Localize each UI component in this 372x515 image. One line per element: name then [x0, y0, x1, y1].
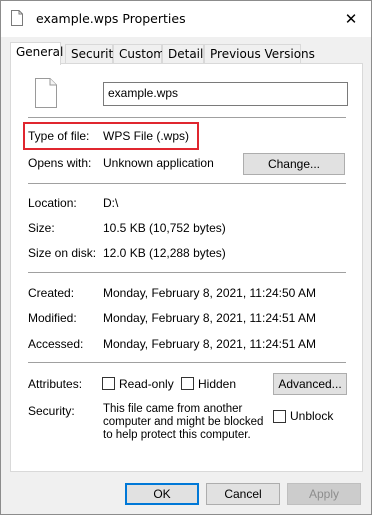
location-value: D:\: [103, 196, 119, 210]
location-label: Location:: [28, 196, 77, 210]
size-value: 10.5 KB (10,752 bytes): [103, 221, 226, 235]
attributes-label: Attributes:: [28, 377, 83, 391]
created-label: Created:: [28, 286, 75, 300]
apply-button[interactable]: Apply: [287, 483, 361, 505]
tab-general[interactable]: General: [10, 42, 63, 65]
advanced-button[interactable]: Advanced...: [273, 373, 347, 395]
file-name-input[interactable]: example.wps: [103, 82, 348, 106]
close-icon: ✕: [344, 10, 358, 28]
cancel-button[interactable]: Cancel: [206, 483, 280, 505]
accessed-label: Accessed:: [28, 337, 84, 351]
opens-with-label: Opens with:: [28, 156, 92, 170]
size-on-disk-label: Size on disk:: [28, 246, 97, 260]
modified-value: Monday, February 8, 2021, 11:24:51 AM: [103, 311, 317, 325]
read-only-label: Read-only: [119, 377, 174, 391]
security-label: Security:: [28, 404, 75, 418]
read-only-checkbox[interactable]: [102, 377, 115, 390]
tab-security[interactable]: Security: [65, 44, 120, 64]
general-panel: example.wps Type of file: WPS File (.wps…: [10, 63, 363, 472]
highlight-box: [23, 122, 199, 150]
change-button[interactable]: Change...: [243, 153, 345, 175]
ok-button[interactable]: OK: [125, 483, 199, 505]
separator: [28, 362, 346, 363]
window-title: example.wps Properties: [36, 11, 186, 26]
close-button[interactable]: ✕: [337, 5, 365, 33]
document-icon: [35, 78, 57, 108]
separator: [28, 183, 346, 184]
size-label: Size:: [28, 221, 55, 235]
size-on-disk-value: 12.0 KB (12,288 bytes): [103, 246, 226, 260]
tab-details[interactable]: Details: [162, 44, 210, 64]
tab-custom[interactable]: Custom: [113, 44, 165, 64]
separator: [28, 272, 346, 273]
hidden-label: Hidden: [198, 377, 237, 391]
created-value: Monday, February 8, 2021, 11:24:50 AM: [103, 286, 317, 300]
tab-previous-versions[interactable]: Previous Versions: [204, 44, 315, 64]
unblock-checkbox[interactable]: [273, 410, 286, 423]
separator: [28, 117, 346, 118]
title-bar: example.wps Properties ✕: [1, 1, 371, 37]
hidden-checkbox[interactable]: [181, 377, 194, 390]
properties-window: example.wps Properties ✕ General Securit…: [0, 0, 372, 515]
accessed-value: Monday, February 8, 2021, 11:24:51 AM: [103, 337, 317, 351]
security-message: This file came from another computer and…: [103, 403, 264, 441]
opens-with-value: Unknown application: [103, 156, 214, 170]
modified-label: Modified:: [28, 311, 77, 325]
document-icon: [11, 10, 23, 26]
unblock-label: Unblock: [290, 409, 334, 423]
